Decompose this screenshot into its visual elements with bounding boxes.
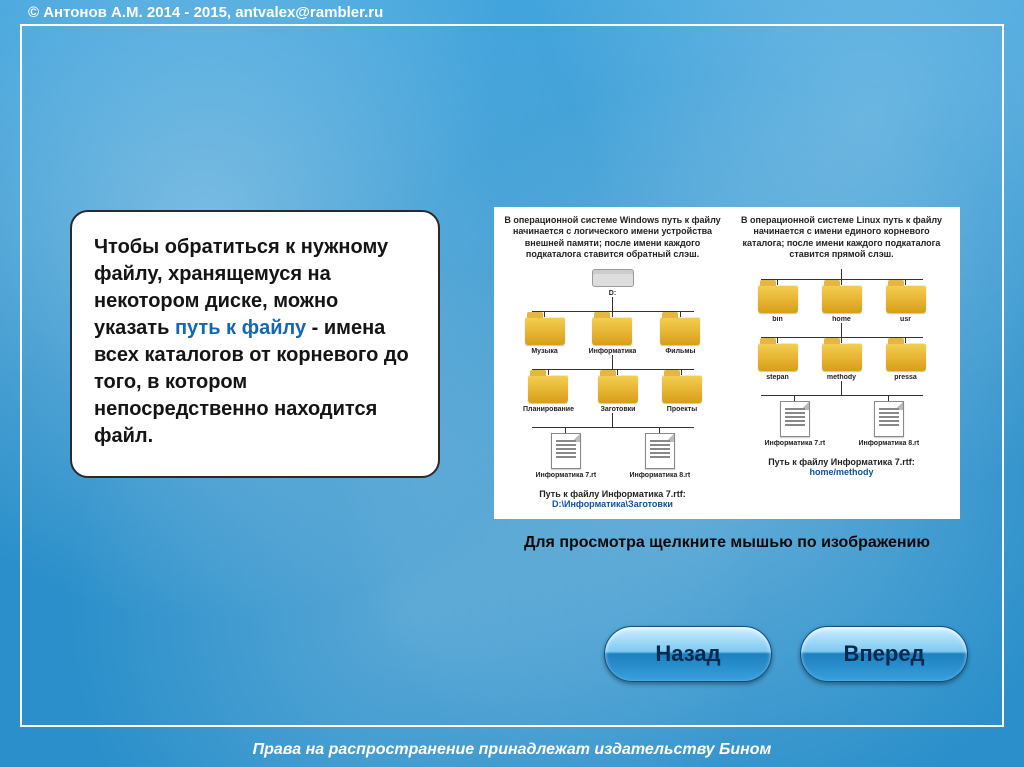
frame-border: [20, 24, 22, 727]
folder-icon: [758, 343, 798, 371]
document-icon: [874, 401, 904, 437]
folder-icon: [598, 375, 638, 403]
file-row: Информатика 7.rtf Информатика 8.rtf: [500, 433, 725, 479]
linux-column: В операционной системе Linux путь к файл…: [729, 215, 954, 509]
folder-icon: [886, 343, 926, 371]
forward-button[interactable]: Вперед: [800, 626, 968, 682]
document-icon: [780, 401, 810, 437]
folder-icon: [528, 375, 568, 403]
path-caption: Путь к файлу Информатика 7.rtf:: [768, 457, 915, 467]
file-label: Информатика 7.rtf: [765, 440, 825, 447]
footer-rights: Права на распространение принадлежат изд…: [0, 741, 1024, 759]
folder-icon: [525, 317, 565, 345]
folder-row: Планирование Заготовки Проекты: [500, 375, 725, 413]
folder-icon: [886, 285, 926, 313]
path-caption: Путь к файлу Информатика 7.rtf:: [539, 489, 686, 499]
hdd-icon: [592, 269, 634, 287]
file-label: Информатика 8.rtf: [630, 472, 690, 479]
folder-label: pressa: [894, 374, 917, 381]
document-icon: [551, 433, 581, 469]
copyright-text: © Антонов А.М. 2014 - 2015, antvalex@ram…: [28, 4, 383, 21]
folder-label: Музыка: [531, 348, 558, 355]
folder-label: Планирование: [523, 406, 574, 413]
folder-row: stepan methody pressa: [729, 343, 954, 381]
frame-border: [20, 725, 1004, 727]
connector-line: [841, 381, 842, 395]
folder-row: bin home usr: [729, 285, 954, 323]
linux-heading: В операционной системе Linux путь к файл…: [729, 215, 954, 269]
file-row: Информатика 7.rtf Информатика 8.rtf: [729, 401, 954, 447]
filesystem-diagram[interactable]: В операционной системе Windows путь к фа…: [494, 207, 960, 519]
folder-icon: [822, 343, 862, 371]
file-label: Информатика 8.rtf: [859, 440, 919, 447]
folder-icon: [758, 285, 798, 313]
folder-label: Информатика: [589, 348, 637, 355]
folder-icon: [662, 375, 702, 403]
diagram-area[interactable]: В операционной системе Windows путь к фа…: [494, 207, 960, 554]
frame-border: [20, 24, 1004, 26]
file-label: Информатика 7.rtf: [536, 472, 596, 479]
folder-label: usr: [900, 316, 911, 323]
folder-icon: [592, 317, 632, 345]
back-button[interactable]: Назад: [604, 626, 772, 682]
windows-heading: В операционной системе Windows путь к фа…: [500, 215, 725, 269]
windows-column: В операционной системе Windows путь к фа…: [500, 215, 725, 509]
folder-label: Проекты: [667, 406, 697, 413]
click-hint: Для просмотра щелкните мышью по изображе…: [494, 533, 960, 554]
document-icon: [645, 433, 675, 469]
folder-label: Фильмы: [665, 348, 695, 355]
path-value: home/methody: [809, 467, 873, 477]
folder-label: Заготовки: [601, 406, 636, 413]
connector-line: [841, 323, 842, 337]
folder-icon: [822, 285, 862, 313]
folder-label: methody: [827, 374, 856, 381]
connector-line: [612, 413, 613, 427]
main-text-highlight: путь к файлу: [175, 317, 306, 339]
folder-icon: [660, 317, 700, 345]
connector-line: [612, 297, 613, 311]
folder-row: Музыка Информатика Фильмы: [500, 317, 725, 355]
folder-label: stepan: [766, 374, 789, 381]
frame-border: [1002, 24, 1004, 727]
main-explanation-box: Чтобы обратиться к нужному файлу, хранящ…: [70, 210, 440, 478]
folder-label: home: [832, 316, 851, 323]
root-label: D:: [609, 290, 616, 297]
connector-line: [612, 355, 613, 369]
folder-label: bin: [772, 316, 783, 323]
connector-line: [841, 269, 842, 279]
path-value: D:\Информатика\Заготовки: [552, 499, 673, 509]
